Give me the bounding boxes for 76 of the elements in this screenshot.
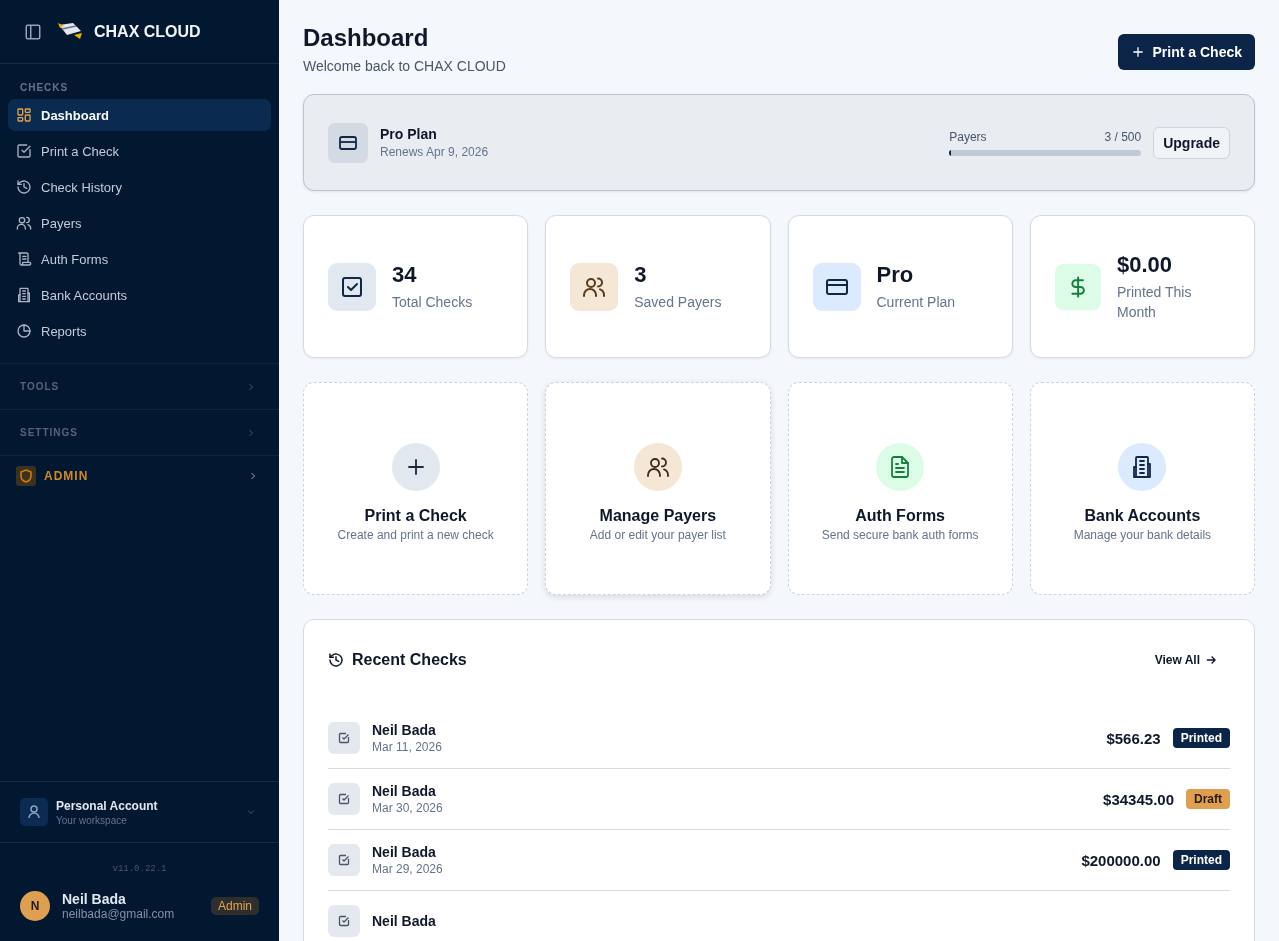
- page-title: Dashboard: [303, 24, 430, 52]
- checkbox-icon: [16, 143, 32, 159]
- check-icon: [328, 722, 360, 754]
- print-check-button[interactable]: Print a Check: [1117, 34, 1255, 70]
- payee-name: Neil Bada: [372, 913, 437, 929]
- pie-chart-icon: [16, 323, 32, 339]
- shield-icon: [16, 466, 36, 486]
- plan-name: Pro Plan: [380, 126, 438, 142]
- stat-label: Saved Payers: [634, 292, 722, 312]
- upgrade-button[interactable]: Upgrade: [1153, 126, 1230, 159]
- stat-value: 34: [392, 261, 418, 288]
- payee-name: Neil Bada: [372, 783, 437, 799]
- check-amount: $34345.00: [1103, 790, 1174, 808]
- status-badge: Printed: [1172, 850, 1230, 870]
- stat-label: Total Checks: [392, 292, 473, 312]
- meter-label: Payers: [949, 129, 987, 144]
- user-email: neilbada@gmail.com: [62, 907, 176, 921]
- stat-label: Printed This Month: [1117, 282, 1193, 322]
- role-badge: Admin: [211, 897, 259, 915]
- action-title: Manage Payers: [599, 507, 717, 525]
- stat-value: Pro: [876, 261, 915, 288]
- sidebar-toggle-icon[interactable]: [24, 22, 42, 41]
- action-description: Add or edit your payer list: [589, 528, 726, 542]
- status-badge: Printed: [1172, 728, 1230, 748]
- nav-item[interactable]: Bank Accounts: [8, 279, 271, 311]
- view-all-link[interactable]: View All: [1154, 653, 1218, 667]
- stat-value: 3: [634, 261, 648, 288]
- user-name: Neil Bada: [62, 891, 127, 907]
- user-avatar: N: [20, 891, 50, 921]
- nav-item[interactable]: Payers: [8, 207, 271, 239]
- user-icon: [20, 798, 48, 826]
- check-icon: [328, 905, 360, 937]
- action-card[interactable]: Manage Payers Add or edit your payer list: [545, 382, 771, 595]
- history-icon: [16, 179, 32, 195]
- action-title: Auth Forms: [855, 507, 945, 525]
- nav-item[interactable]: Dashboard: [8, 99, 271, 131]
- card-icon: [328, 122, 368, 163]
- version-label: v11.0.22.1: [112, 864, 167, 874]
- action-card[interactable]: Print a Check Create and print a new check: [303, 382, 529, 595]
- scroll-icon: [16, 251, 32, 267]
- check-amount: $200000.00: [1081, 851, 1161, 869]
- nav-item[interactable]: Auth Forms: [8, 243, 271, 275]
- building-icon: [16, 287, 32, 303]
- meter-reading: 3 / 500: [1104, 129, 1142, 144]
- action-card[interactable]: Auth Forms Send secure bank auth forms: [787, 382, 1013, 595]
- page-subtitle: Welcome back to CHAX CLOUD: [303, 58, 506, 74]
- account-switcher[interactable]: Personal Account Your workspace: [0, 781, 279, 843]
- action-description: Send secure bank auth forms: [821, 528, 979, 542]
- nav-item[interactable]: Print a Check: [8, 135, 271, 167]
- check-date: Mar 11, 2026: [372, 740, 443, 754]
- users-icon: [16, 215, 32, 231]
- action-description: Create and print a new check: [337, 528, 494, 542]
- action-title: Bank Accounts: [1084, 507, 1201, 525]
- action-title: Print a Check: [364, 507, 467, 525]
- payee-name: Neil Bada: [372, 722, 437, 738]
- check-amount: $566.23: [1106, 729, 1161, 747]
- admin-label[interactable]: ADMIN: [44, 469, 239, 483]
- panel-title: Recent Checks: [352, 651, 468, 669]
- grid-icon: [16, 107, 32, 123]
- check-date: Mar 29, 2026: [372, 862, 444, 876]
- action-card[interactable]: Bank Accounts Manage your bank details: [1029, 382, 1255, 595]
- payee-name: Neil Bada: [372, 844, 437, 860]
- plan-renewal: Renews Apr 9, 2026: [380, 145, 490, 159]
- status-badge: Draft: [1186, 789, 1230, 809]
- brand-name: CHAX CLOUD: [94, 22, 201, 41]
- section-label: CHECKS: [19, 81, 70, 95]
- check-icon: [328, 844, 360, 876]
- check-icon: [328, 783, 360, 815]
- nav-item[interactable]: Reports: [8, 315, 271, 347]
- check-date: Mar 30, 2026: [372, 801, 444, 815]
- stat-value: $0.00: [1117, 251, 1174, 278]
- nav-item[interactable]: Check History: [8, 171, 271, 203]
- plus-icon: [1130, 45, 1145, 59]
- action-description: Manage your bank details: [1073, 528, 1212, 542]
- history-icon: [328, 652, 344, 668]
- stat-label: Current Plan: [876, 292, 956, 312]
